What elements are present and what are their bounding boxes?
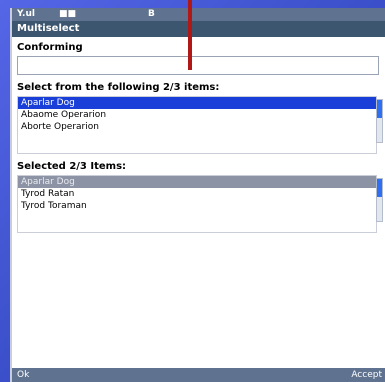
list-item[interactable]: Tyrod Toraman <box>18 200 376 212</box>
list-item[interactable]: Aparlar Dog <box>18 97 376 109</box>
form-content: Conforming Select from the following 2/3… <box>12 37 385 371</box>
status-bar: Y.ul ■■ B <box>12 8 385 21</box>
signal-indicator: Y.ul <box>17 9 35 19</box>
available-list[interactable]: Aparlar Dog Abaome Operarion Aborte Oper… <box>17 96 383 154</box>
status-center: B <box>148 9 155 19</box>
selected-scrollbar[interactable] <box>376 178 383 222</box>
selected-label: Selected 2/3 Items: <box>17 161 127 172</box>
list-item[interactable]: Aparlar Dog <box>18 176 376 188</box>
background-red-bar <box>188 0 192 70</box>
scroll-thumb[interactable] <box>377 100 382 118</box>
conforming-label: Conforming <box>17 42 83 53</box>
available-scrollbar[interactable] <box>376 99 383 143</box>
right-softkey[interactable]: Accept <box>351 368 382 382</box>
selected-list[interactable]: Aparlar Dog Tyrod Ratan Tyrod Toraman <box>17 175 383 233</box>
app-title: Multiselect <box>12 21 385 37</box>
list-item[interactable]: Abaome Operarion <box>18 109 376 121</box>
left-softkey[interactable]: Ok <box>17 368 29 382</box>
list-item[interactable]: Aborte Operarion <box>18 121 376 133</box>
battery-icon: ■■ <box>59 9 77 19</box>
device-screen: Y.ul ■■ B Multiselect Conforming Select … <box>12 8 385 382</box>
available-label: Select from the following 2/3 items: <box>17 82 220 93</box>
bottom-bar: Ok Accept <box>12 368 385 382</box>
scroll-thumb[interactable] <box>377 179 382 197</box>
conforming-field[interactable] <box>17 56 379 75</box>
list-item[interactable]: Tyrod Ratan <box>18 188 376 200</box>
